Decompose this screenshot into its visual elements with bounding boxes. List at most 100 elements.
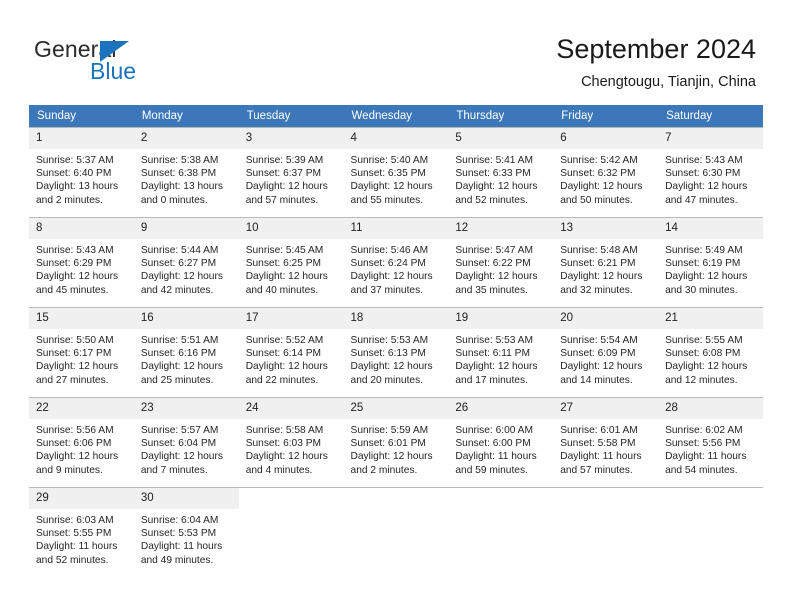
- calendar-day-cell[interactable]: 6 Sunrise: 5:42 AM Sunset: 6:32 PM Daylight…: [553, 127, 659, 218]
- calendar-day-cell[interactable]: 27 Sunrise: 6:01 AM Sunset: 5:58 PM Dayligh…: [553, 397, 659, 488]
- daylight-text-line2: and 52 minutes.: [36, 554, 109, 566]
- calendar-day-cell[interactable]: 16 Sunrise: 5:51 AM Sunset: 6:16 PM Dayligh…: [133, 307, 239, 398]
- daylight-text-line2: and 27 minutes.: [36, 374, 109, 386]
- daylight-text-line1: Daylight: 12 hours: [455, 271, 538, 283]
- day-number: 28: [658, 398, 763, 419]
- day-details: Sunrise: 5:55 AM Sunset: 6:08 PM Daylight:…: [658, 329, 763, 387]
- day-number: 11: [343, 218, 449, 239]
- calendar-day-cell[interactable]: 3 Sunrise: 5:39 AM Sunset: 6:37 PM Daylight…: [238, 127, 344, 218]
- day-number: 22: [29, 398, 134, 419]
- daylight-text-line2: and 45 minutes.: [36, 284, 109, 296]
- sunset-text: Sunset: 6:29 PM: [36, 258, 112, 270]
- calendar-day-cell[interactable]: 25 Sunrise: 5:59 AM Sunset: 6:01 PM Dayligh…: [343, 397, 449, 488]
- logo-text-blue: Blue: [90, 58, 137, 84]
- calendar-day-cell[interactable]: 5 Sunrise: 5:41 AM Sunset: 6:33 PM Daylight…: [448, 127, 554, 218]
- day-number: 23: [133, 398, 239, 419]
- day-details: Sunrise: 5:46 AM Sunset: 6:24 PM Daylight:…: [344, 239, 449, 297]
- calendar-week-row: 1 Sunrise: 5:37 AM Sunset: 6:40 PM Daylight…: [29, 127, 763, 218]
- sunrise-text: Sunrise: 5:44 AM: [140, 245, 219, 256]
- sunrise-text: Sunrise: 6:00 AM: [455, 425, 533, 436]
- daylight-text-line2: and 20 minutes.: [350, 374, 424, 386]
- daylight-text-line1: Daylight: 12 hours: [560, 361, 643, 373]
- daylight-text-line2: and 47 minutes.: [665, 194, 738, 206]
- calendar-day-cell[interactable]: 7 Sunrise: 5:43 AM Sunset: 6:30 PM Daylight…: [658, 127, 763, 218]
- calendar-day-cell[interactable]: 30 Sunrise: 6:04 AM Sunset: 5:53 PM Dayligh…: [133, 487, 239, 572]
- day-number: 16: [133, 308, 239, 329]
- day-details: Sunrise: 6:04 AM Sunset: 5:53 PM Daylight:…: [134, 509, 239, 567]
- day-number: 19: [448, 308, 554, 329]
- calendar-week-row: 29 Sunrise: 6:03 AM Sunset: 5:55 PM Dayligh…: [29, 487, 763, 572]
- sunrise-text: Sunrise: 5:45 AM: [245, 245, 324, 256]
- day-details: Sunrise: 5:54 AM Sunset: 6:09 PM Daylight:…: [553, 329, 658, 387]
- day-details: Sunrise: 5:40 AM Sunset: 6:35 PM Daylight:…: [344, 149, 449, 207]
- calendar-day-cell[interactable]: 12 Sunrise: 5:47 AM Sunset: 6:22 PM Dayligh…: [448, 217, 554, 308]
- daylight-text-line1: Daylight: 12 hours: [245, 451, 328, 463]
- daylight-text-line2: and 50 minutes.: [560, 194, 633, 206]
- calendar-day-cell[interactable]: 11 Sunrise: 5:46 AM Sunset: 6:24 PM Dayligh…: [343, 217, 449, 308]
- day-details: Sunrise: 5:37 AM Sunset: 6:40 PM Daylight:…: [29, 149, 134, 207]
- daylight-text-line1: Daylight: 12 hours: [665, 181, 748, 193]
- sunrise-text: Sunrise: 5:43 AM: [36, 245, 114, 256]
- sunset-text: Sunset: 6:19 PM: [665, 258, 741, 270]
- sunrise-text: Sunrise: 6:01 AM: [560, 425, 638, 436]
- calendar-day-cell[interactable]: 10 Sunrise: 5:45 AM Sunset: 6:25 PM Dayligh…: [238, 217, 344, 308]
- calendar-day-cell[interactable]: 13 Sunrise: 5:48 AM Sunset: 6:21 PM Dayligh…: [553, 217, 659, 308]
- day-number: 15: [29, 308, 134, 329]
- sunrise-text: Sunrise: 5:42 AM: [560, 155, 638, 166]
- daylight-text-line2: and 7 minutes.: [140, 464, 208, 476]
- day-details: Sunrise: 5:51 AM Sunset: 6:16 PM Daylight:…: [134, 329, 239, 387]
- calendar-day-cell[interactable]: 22 Sunrise: 5:56 AM Sunset: 6:06 PM Dayligh…: [29, 397, 134, 488]
- calendar-day-cell[interactable]: 26 Sunrise: 6:00 AM Sunset: 6:00 PM Dayligh…: [448, 397, 554, 488]
- general-blue-logo[interactable]: General Blue: [34, 36, 214, 92]
- calendar-day-cell[interactable]: 20 Sunrise: 5:54 AM Sunset: 6:09 PM Dayligh…: [553, 307, 659, 398]
- calendar-day-cell[interactable]: 15 Sunrise: 5:50 AM Sunset: 6:17 PM Dayligh…: [29, 307, 134, 398]
- calendar-day-cell[interactable]: 28 Sunrise: 6:02 AM Sunset: 5:56 PM Dayligh…: [658, 397, 763, 488]
- daylight-text-line2: and 57 minutes.: [560, 464, 633, 476]
- calendar-day-cell[interactable]: 18 Sunrise: 5:53 AM Sunset: 6:13 PM Dayligh…: [343, 307, 449, 398]
- calendar-day-cell[interactable]: 24 Sunrise: 5:58 AM Sunset: 6:03 PM Dayligh…: [238, 397, 344, 488]
- calendar-day-cell[interactable]: 23 Sunrise: 5:57 AM Sunset: 6:04 PM Dayligh…: [133, 397, 239, 488]
- daylight-text-line1: Daylight: 12 hours: [455, 361, 538, 373]
- daylight-text-line2: and 14 minutes.: [560, 374, 633, 386]
- daylight-text-line1: Daylight: 12 hours: [350, 271, 433, 283]
- calendar-day-cell[interactable]: 4 Sunrise: 5:40 AM Sunset: 6:35 PM Daylight…: [343, 127, 449, 218]
- calendar-day-cell[interactable]: 1 Sunrise: 5:37 AM Sunset: 6:40 PM Daylight…: [29, 127, 134, 218]
- day-details: Sunrise: 5:43 AM Sunset: 6:29 PM Daylight:…: [29, 239, 134, 297]
- daylight-text-line2: and 12 minutes.: [665, 374, 738, 386]
- calendar-day-cell[interactable]: 19 Sunrise: 5:53 AM Sunset: 6:11 PM Dayligh…: [448, 307, 554, 398]
- sunrise-text: Sunrise: 5:40 AM: [350, 155, 429, 166]
- weekday-header-sunday: Sunday: [29, 105, 134, 128]
- calendar-day-cell[interactable]: 17 Sunrise: 5:52 AM Sunset: 6:14 PM Dayligh…: [238, 307, 344, 398]
- day-number: 17: [238, 308, 344, 329]
- sunrise-text: Sunrise: 6:03 AM: [36, 515, 114, 526]
- daylight-text-line1: Daylight: 11 hours: [140, 541, 223, 553]
- day-details: Sunrise: 5:52 AM Sunset: 6:14 PM Daylight:…: [239, 329, 344, 387]
- calendar-day-cell[interactable]: 21 Sunrise: 5:55 AM Sunset: 6:08 PM Dayligh…: [658, 307, 763, 398]
- calendar-day-cell[interactable]: 29 Sunrise: 6:03 AM Sunset: 5:55 PM Dayligh…: [29, 487, 134, 572]
- title-block: September 2024 Chengtougu, Tianjin, Chin…: [556, 32, 756, 92]
- calendar-week-row: 15 Sunrise: 5:50 AM Sunset: 6:17 PM Dayligh…: [29, 307, 763, 398]
- calendar-day-cell[interactable]: 14 Sunrise: 5:49 AM Sunset: 6:19 PM Dayligh…: [658, 217, 763, 308]
- day-number: 29: [29, 488, 134, 509]
- sunset-text: Sunset: 5:53 PM: [140, 528, 217, 540]
- sunrise-text: Sunrise: 5:59 AM: [350, 425, 429, 436]
- day-details: Sunrise: 5:38 AM Sunset: 6:38 PM Daylight:…: [134, 149, 239, 207]
- calendar-day-cell[interactable]: 2 Sunrise: 5:38 AM Sunset: 6:38 PM Daylight…: [133, 127, 239, 218]
- sunset-text: Sunset: 6:37 PM: [245, 168, 322, 180]
- daylight-text-line1: Daylight: 13 hours: [140, 181, 223, 193]
- daylight-text-line1: Daylight: 12 hours: [560, 271, 643, 283]
- calendar-week-row: 8 Sunrise: 5:43 AM Sunset: 6:29 PM Daylight…: [29, 217, 763, 308]
- calendar-day-cell[interactable]: 8 Sunrise: 5:43 AM Sunset: 6:29 PM Daylight…: [29, 217, 134, 308]
- day-number: 26: [448, 398, 554, 419]
- calendar-day-cell-empty: [343, 487, 449, 572]
- daylight-text-line2: and 17 minutes.: [455, 374, 528, 386]
- day-number: 3: [238, 128, 344, 149]
- daylight-text-line1: Daylight: 12 hours: [560, 181, 643, 193]
- sunset-text: Sunset: 6:30 PM: [665, 168, 741, 180]
- daylight-text-line1: Daylight: 12 hours: [245, 271, 328, 283]
- daylight-text-line1: Daylight: 12 hours: [350, 181, 433, 193]
- calendar-day-cell[interactable]: 9 Sunrise: 5:44 AM Sunset: 6:27 PM Daylight…: [133, 217, 239, 308]
- sunset-text: Sunset: 5:56 PM: [665, 438, 741, 450]
- sunrise-text: Sunrise: 5:50 AM: [36, 335, 114, 346]
- day-details: Sunrise: 5:42 AM Sunset: 6:32 PM Daylight:…: [553, 149, 658, 207]
